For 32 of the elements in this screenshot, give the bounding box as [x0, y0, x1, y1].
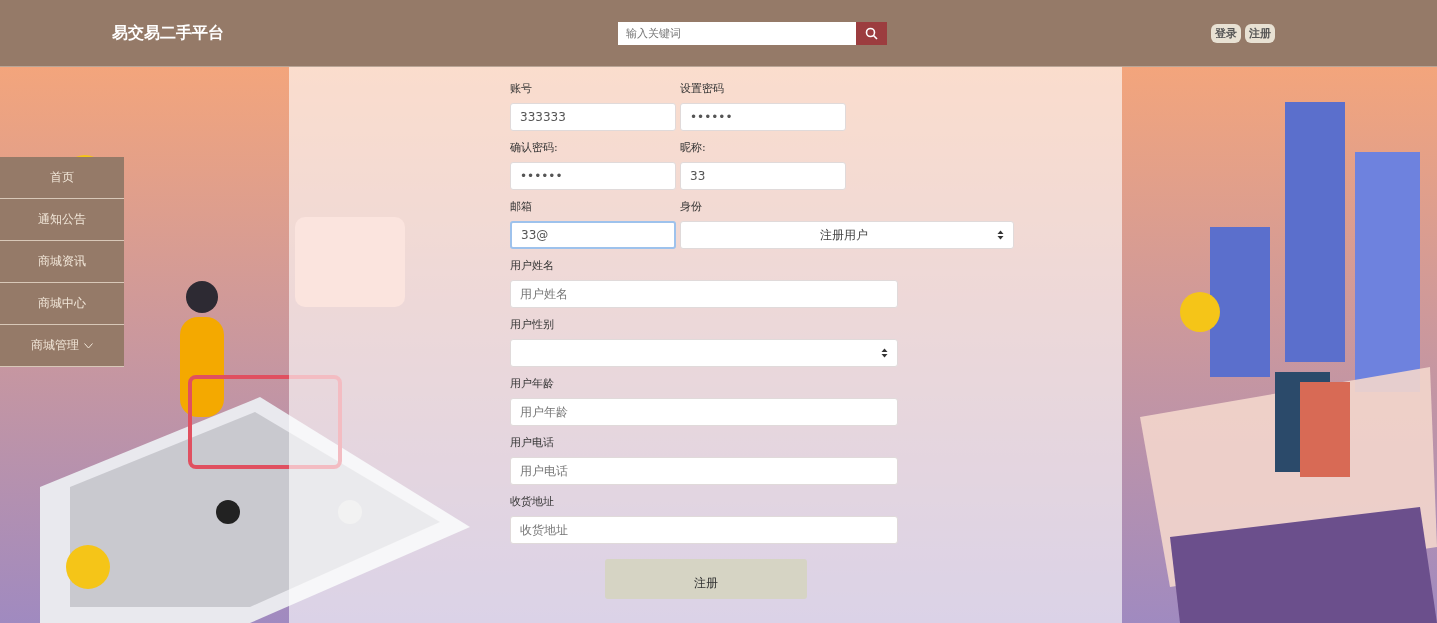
header-button[interactable]: 登录 — [1211, 23, 1241, 43]
search-field[interactable]: 输入关键词 — [618, 21, 856, 45]
field-label: 用户电话 — [510, 435, 555, 450]
input-field[interactable]: 33@ — [510, 221, 676, 249]
input-field[interactable]: 用户电话 — [510, 457, 898, 485]
field-label: 确认密码: — [510, 140, 559, 155]
input-field[interactable]: 用户年龄 — [510, 398, 898, 426]
field-label: 账号 — [510, 81, 533, 96]
search-icon — [865, 26, 878, 40]
site-title: 易交易二手平台 — [112, 22, 225, 44]
register-button[interactable]: 注册 — [605, 559, 807, 599]
input-field[interactable]: •••••• — [510, 162, 676, 190]
search-button[interactable] — [856, 21, 887, 45]
select-field[interactable]: 注册用户 — [680, 221, 1014, 249]
sort-arrows-icon — [881, 348, 888, 358]
input-field[interactable]: 33 — [680, 162, 846, 190]
field-label: 收货地址 — [510, 494, 555, 509]
field-label: 身份 — [680, 199, 703, 214]
field-label: 用户姓名 — [510, 258, 555, 273]
header-button[interactable]: 注册 — [1245, 23, 1275, 43]
field-label: 用户性别 — [510, 317, 555, 332]
select-field[interactable] — [510, 339, 898, 367]
input-field[interactable]: 用户姓名 — [510, 280, 898, 308]
input-field[interactable]: 收货地址 — [510, 516, 898, 544]
field-label: 昵称: — [680, 140, 707, 155]
chevron-down-icon — [84, 342, 93, 349]
field-label: 设置密码 — [680, 81, 725, 96]
sort-arrows-icon — [997, 230, 1004, 240]
field-label: 邮箱 — [510, 199, 533, 214]
input-field[interactable]: 333333 — [510, 103, 676, 131]
input-field[interactable]: •••••• — [680, 103, 846, 131]
field-label: 用户年龄 — [510, 376, 555, 391]
